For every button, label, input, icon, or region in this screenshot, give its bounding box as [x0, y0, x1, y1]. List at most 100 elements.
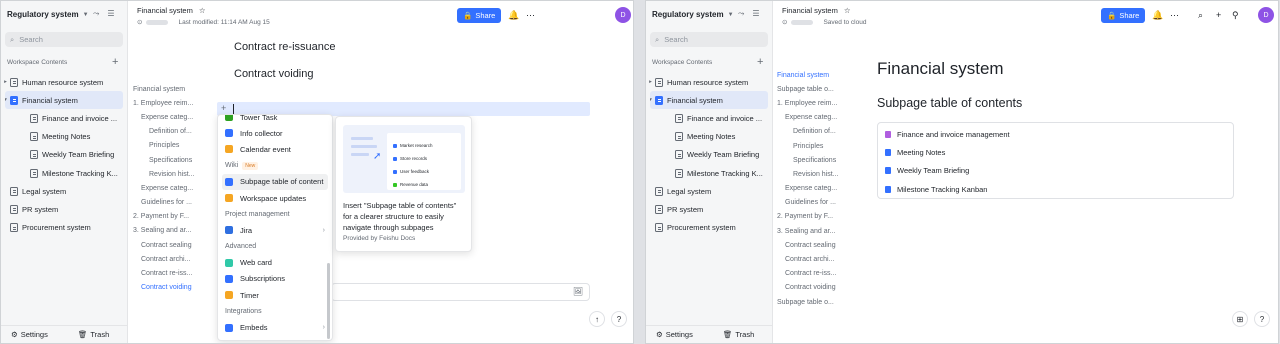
outline-item[interactable]: Definition of... [133, 125, 219, 139]
outline-item[interactable]: Guidelines for ... [777, 196, 863, 210]
sidebar-item-meeting-notes[interactable]: Meeting Notes [1, 128, 127, 146]
sidebar-item-legal-system[interactable]: Legal system [1, 182, 127, 200]
outline-item[interactable]: 3. Sealing and ar... [133, 224, 219, 238]
outline-item[interactable]: 2. Payment by F... [777, 210, 863, 224]
sidebar-item-weekly-team-briefing[interactable]: Weekly Team Briefing [1, 146, 127, 164]
menu-item-jira[interactable]: Jira › [218, 222, 332, 238]
sidebar-item-finance-and-invoice[interactable]: Finance and invoice ... [646, 109, 772, 127]
settings-button[interactable]: ⚙ Settings [656, 330, 693, 339]
outline-item[interactable]: Contract voiding [133, 281, 219, 295]
sidebar-item-milestone-tracking-k[interactable]: Milestone Tracking K... [646, 164, 772, 182]
add-icon[interactable]: + [1216, 10, 1221, 20]
menu-item-info-collector[interactable]: Info collector [218, 125, 332, 141]
outline-item[interactable]: Contract re-iss... [777, 267, 863, 281]
toc-item-weekly-team-briefing[interactable]: Weekly Team Briefing [885, 166, 969, 175]
sidebar-item-milestone-tracking-k[interactable]: Milestone Tracking K... [1, 164, 127, 182]
settings-button[interactable]: ⚙ Settings [11, 330, 48, 339]
search-icon[interactable]: ⌕ [1198, 10, 1203, 21]
workspace-switcher[interactable]: Regulatory system ▼ [652, 10, 734, 19]
outline-item[interactable]: Specifications [133, 153, 219, 167]
sidebar-item-weekly-team-briefing[interactable]: Weekly Team Briefing [646, 146, 772, 164]
sidebar-item-procurement-system[interactable]: Procurement system [646, 219, 772, 237]
notification-bell-icon[interactable]: 🔔 [508, 10, 519, 21]
collapse-sidebar-icon[interactable]: ☰ [107, 9, 114, 19]
comment-input[interactable]: 🖼 [331, 283, 590, 301]
insert-block-icon[interactable]: + [221, 103, 226, 113]
outline-item[interactable]: Expense categ... [133, 110, 219, 124]
avatar[interactable]: D [1258, 7, 1274, 23]
add-page-icon[interactable]: + [757, 56, 763, 68]
sidebar-item-procurement-system[interactable]: Procurement system [1, 219, 127, 237]
sidebar-item-legal-system[interactable]: Legal system [646, 182, 772, 200]
outline-item[interactable]: Revision hist... [777, 167, 863, 181]
expand-arrow-icon[interactable]: ▸ [1, 79, 10, 85]
sidebar-item-financial-system[interactable]: ▾Financial system [650, 91, 768, 110]
outline-item[interactable]: Expense categ... [777, 182, 863, 196]
insert-block-button[interactable]: ⊞ [1232, 311, 1248, 327]
help-button[interactable]: ? [611, 311, 627, 327]
star-icon[interactable]: ☆ [844, 6, 851, 15]
scroll-top-button[interactable]: ↑ [589, 311, 605, 327]
sidebar-item-meeting-notes[interactable]: Meeting Notes [646, 128, 772, 146]
outline-item[interactable]: Guidelines for ... [133, 196, 219, 210]
image-icon[interactable]: 🖼 [573, 287, 583, 296]
outline-item[interactable]: Subpage table o... [777, 295, 863, 309]
menu-item-tower-task[interactable]: Tower Task [218, 115, 332, 125]
share-network-icon[interactable]: ⤳ [93, 9, 99, 19]
search-input[interactable]: ⌕ Search [5, 32, 123, 47]
trash-button[interactable]: 🗑 Trash [723, 330, 754, 339]
add-page-icon[interactable]: + [112, 56, 118, 68]
share-button[interactable]: 🔒 Share [1101, 8, 1146, 23]
menu-item-calendar-event[interactable]: Calendar event [218, 141, 332, 157]
toc-item-milestone-tracking-kanban[interactable]: Milestone Tracking Kanban [885, 185, 987, 194]
outline-item[interactable]: Financial system [133, 82, 219, 96]
expand-arrow-icon[interactable]: ▸ [646, 79, 655, 85]
notification-bell-icon[interactable]: 🔔 [1152, 10, 1163, 21]
outline-item[interactable]: Revision hist... [133, 167, 219, 181]
outline-item[interactable]: 1. Employee reim... [777, 96, 863, 110]
outline-item[interactable]: Contract sealing [777, 238, 863, 252]
menu-item-timer[interactable]: Timer [218, 287, 332, 303]
outline-item[interactable]: Contract re-iss... [133, 266, 219, 280]
outline-item[interactable]: 2. Payment by F... [133, 210, 219, 224]
workspace-switcher[interactable]: Regulatory system ▼ [7, 10, 89, 19]
share-button[interactable]: 🔒 Share [457, 8, 502, 23]
menu-item-embeds[interactable]: Embeds › [218, 319, 332, 335]
outline-item[interactable]: Specifications [777, 153, 863, 167]
outline-item[interactable]: 3. Sealing and ar... [777, 224, 863, 238]
star-icon[interactable]: ☆ [199, 6, 206, 15]
more-options-icon[interactable]: ⋯ [1170, 10, 1179, 21]
outline-item[interactable]: Expense categ... [777, 111, 863, 125]
toc-item-meeting-notes[interactable]: Meeting Notes [885, 148, 945, 157]
outline-item[interactable]: Contract archi... [777, 252, 863, 266]
location-pin-icon[interactable]: ⚲ [1232, 10, 1239, 21]
menu-item-web-card[interactable]: Web card [218, 255, 332, 271]
menu-item-workspace-updates[interactable]: Workspace updates [218, 190, 332, 206]
outline-item[interactable]: Contract sealing [133, 238, 219, 252]
sidebar-item-financial-system[interactable]: ▾Financial system [5, 91, 123, 110]
outline-item[interactable]: Principles [777, 139, 863, 153]
outline-item[interactable]: Contract voiding [777, 281, 863, 295]
outline-item[interactable]: 1. Employee reim... [133, 96, 219, 110]
outline-item[interactable]: Contract archi... [133, 252, 219, 266]
menu-item-subpage-table-of-content[interactable]: Subpage table of content [222, 173, 328, 190]
search-input[interactable]: ⌕ Search [650, 32, 768, 47]
sidebar-item-pr-system[interactable]: PR system [646, 200, 772, 218]
outline-item[interactable]: Definition of... [777, 125, 863, 139]
menu-scrollbar[interactable] [327, 263, 330, 339]
outline-item[interactable]: Subpage table o... [777, 82, 863, 96]
sidebar-item-human-resource-system[interactable]: ▸ Human resource system [646, 73, 772, 91]
trash-button[interactable]: 🗑 Trash [78, 330, 109, 339]
sidebar-item-pr-system[interactable]: PR system [1, 200, 127, 218]
outline-item[interactable]: Principles [133, 139, 219, 153]
outline-item[interactable]: Financial system [777, 68, 863, 82]
more-options-icon[interactable]: ⋯ [526, 10, 535, 21]
sidebar-item-finance-and-invoice[interactable]: Finance and invoice ... [1, 109, 127, 127]
help-button[interactable]: ? [1254, 311, 1270, 327]
sidebar-item-human-resource-system[interactable]: ▸ Human resource system [1, 73, 127, 91]
avatar[interactable]: D [615, 7, 631, 23]
collapse-sidebar-icon[interactable]: ☰ [752, 9, 759, 19]
share-network-icon[interactable]: ⤳ [738, 9, 744, 19]
outline-item[interactable]: Expense categ... [133, 181, 219, 195]
toc-item-finance-and-invoice-management[interactable]: Finance and invoice management [885, 130, 1010, 139]
